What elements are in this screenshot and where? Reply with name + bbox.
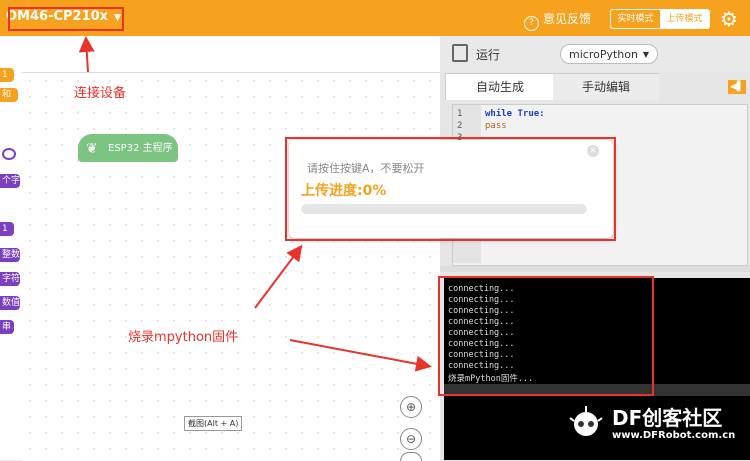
watermark-url: www.DFRobot.com.cn <box>612 430 736 441</box>
watermark-brand: DF创客社区 <box>612 406 723 430</box>
dfrobot-logo-icon <box>569 406 603 436</box>
arrow-to-terminal <box>289 339 432 372</box>
annotation-arrows <box>78 36 432 372</box>
arrow-to-dialog <box>254 244 303 309</box>
arrow-to-device <box>78 36 95 73</box>
